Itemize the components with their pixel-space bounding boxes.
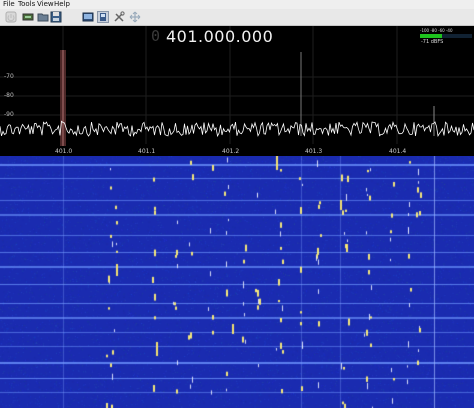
menu-view[interactable]: View <box>37 0 54 9</box>
waterfall-display[interactable] <box>0 156 474 408</box>
waterfall-canvas[interactable] <box>0 156 474 408</box>
db-label: -90 <box>4 111 14 118</box>
menu-file[interactable]: File <box>3 0 15 9</box>
auto-adjust-icon[interactable] <box>129 11 141 23</box>
freq-axis-label: 401.2 <box>222 148 240 155</box>
spectrum-trace <box>0 120 474 138</box>
frequency-readout[interactable]: 401.000.000 <box>166 27 273 46</box>
remote-control-icon[interactable] <box>82 11 94 23</box>
menu-help[interactable]: Help <box>54 0 70 9</box>
save-icon[interactable] <box>50 11 62 23</box>
menu-tools[interactable]: Tools <box>18 0 35 9</box>
signal-meter-fill <box>420 34 442 38</box>
signal-meter-readout: -71 dBFS <box>421 39 444 45</box>
signal-meter: -100 -80 -60 -40 -71 dBFS <box>420 28 472 48</box>
tools-icon[interactable] <box>113 11 125 23</box>
signal-meter-bar <box>420 34 472 38</box>
spectrum-plot[interactable]: 0 401.000.000 -100 -80 -60 -40 -71 dBFS … <box>0 26 474 156</box>
freq-axis-label: 401.0 <box>55 148 73 155</box>
menu-bar: File Tools View Help <box>0 0 474 9</box>
input-device-icon[interactable] <box>22 11 34 23</box>
freq-axis-label: 401.1 <box>138 148 156 155</box>
fft-settings-icon[interactable] <box>97 11 109 23</box>
open-folder-icon[interactable] <box>37 11 49 23</box>
freq-axis-label: 401.3 <box>305 148 323 155</box>
frequency-leading-zero[interactable]: 0 <box>151 27 160 45</box>
signal-meter-scale: -100 -80 -60 -40 <box>420 28 453 33</box>
db-label: -80 <box>4 92 14 99</box>
db-label: -70 <box>4 73 14 80</box>
toolbar <box>0 9 474 26</box>
freq-axis-label: 401.4 <box>389 148 407 155</box>
start-stop-icon[interactable] <box>5 11 17 23</box>
